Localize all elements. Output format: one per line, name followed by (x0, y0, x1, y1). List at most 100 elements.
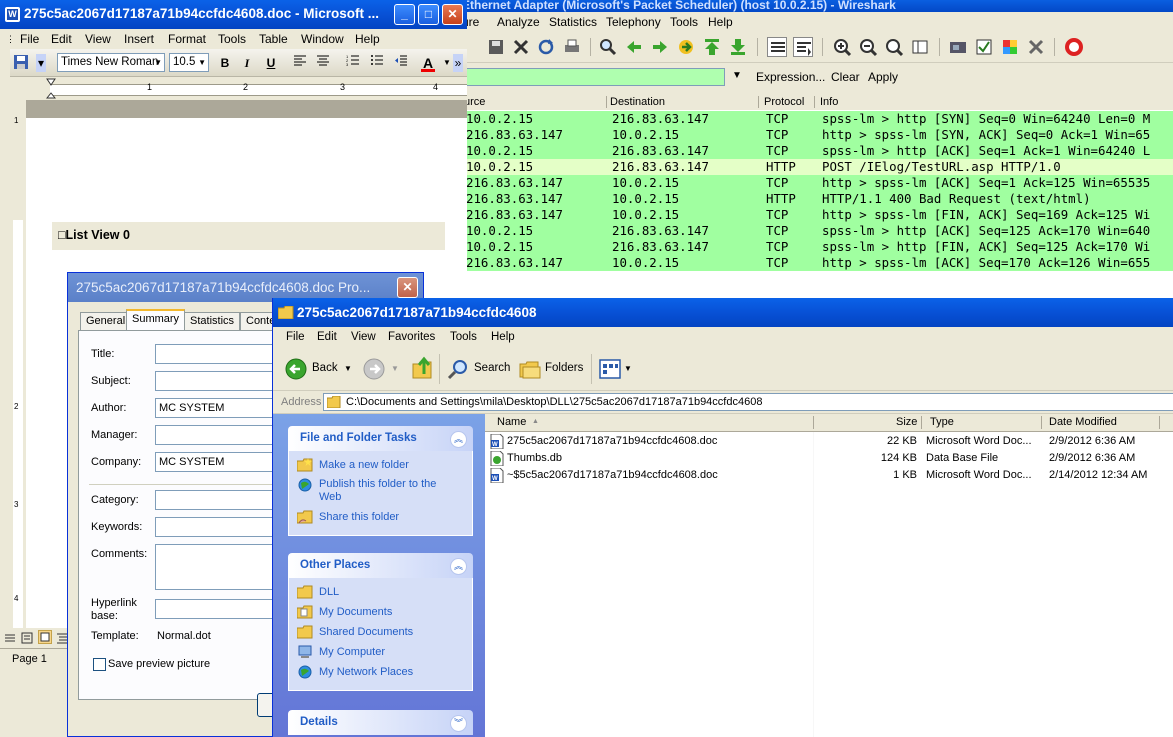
ws-menu-tools[interactable]: Tools (670, 15, 698, 29)
decrease-indent-icon[interactable] (392, 54, 410, 72)
file-row[interactable]: W ~$5c5ac2067d17187a71b94ccfdc4608.doc 1 K… (485, 467, 1173, 484)
search-icon[interactable] (447, 358, 469, 380)
task-share-folder[interactable]: Share this folder (297, 510, 399, 524)
go-to-packet-icon[interactable] (676, 37, 696, 57)
back-dropdown-icon[interactable]: ▼ (344, 364, 352, 373)
place-shared-documents[interactable]: Shared Documents (297, 625, 413, 639)
font-name-combo[interactable]: Times New Roman ▼ (57, 53, 165, 72)
filter-expression-button[interactable]: Expression... (756, 70, 825, 84)
toolbar-options-icon[interactable]: ▾ (36, 54, 46, 72)
packet-row[interactable]: 216.83.63.147 10.0.2.15 TCP http > spss-lm … (462, 127, 1173, 143)
file-folder-tasks-header[interactable]: File and Folder Tasks ︽ (288, 426, 473, 451)
resize-columns-icon[interactable] (910, 37, 930, 57)
back-icon[interactable] (285, 358, 307, 380)
properties-close-button[interactable]: ✕ (397, 277, 418, 298)
ws-menu-analyze[interactable]: Analyze (497, 15, 540, 29)
address-input[interactable]: C:\Documents and Settings\mila\Desktop\D… (323, 393, 1173, 411)
back-button[interactable]: Back (312, 362, 338, 374)
filter-apply-button[interactable]: Apply (868, 70, 898, 84)
task-publish-folder[interactable]: Publish this folder to the Web (297, 478, 447, 504)
italic-button[interactable]: I (238, 54, 256, 72)
colorize-icon[interactable] (767, 37, 787, 57)
horizontal-ruler[interactable]: 1 2 3 4 (10, 78, 467, 101)
place-my-computer[interactable]: My Computer (297, 645, 385, 659)
web-view-icon[interactable] (21, 632, 33, 644)
normal-size-icon[interactable] (884, 37, 904, 57)
col-type[interactable]: Type (930, 416, 954, 428)
reload-icon[interactable] (536, 37, 556, 57)
auto-scroll-icon[interactable] (793, 37, 813, 57)
normal-view-icon[interactable] (4, 632, 16, 644)
packet-row[interactable]: 10.0.2.15 216.83.63.147 TCP spss-lm > http … (462, 223, 1173, 239)
word-menu-window[interactable]: Window (301, 32, 344, 46)
packet-row[interactable]: 216.83.63.147 10.0.2.15 TCP http > spss-lm … (462, 207, 1173, 223)
views-dropdown-icon[interactable]: ▼ (624, 364, 632, 373)
packet-row[interactable]: 216.83.63.147 10.0.2.15 HTTP HTTP/1.1 400 B… (462, 191, 1173, 207)
forward-dropdown-icon[interactable]: ▼ (391, 364, 399, 373)
go-forward-icon[interactable] (650, 37, 670, 57)
forward-icon[interactable] (363, 358, 385, 380)
zoom-in-icon[interactable] (832, 37, 852, 57)
collapse-chevron-icon[interactable]: ︽ (450, 431, 467, 448)
font-name-dropdown-icon[interactable]: ▼ (154, 54, 162, 71)
filter-clear-button[interactable]: Clear (831, 70, 860, 84)
file-row[interactable]: Thumbs.db 124 KB Data Base File 2/9/2012 6:… (485, 450, 1173, 467)
toolbar-overflow-icon[interactable]: » (453, 54, 463, 72)
display-filters-icon[interactable] (974, 37, 994, 57)
numbering-icon[interactable]: 123 (344, 54, 362, 72)
word-menu-format[interactable]: Format (168, 32, 206, 46)
folders-icon[interactable] (519, 358, 541, 380)
other-places-header[interactable]: Other Places ︽ (288, 553, 473, 578)
exp-menu-favorites[interactable]: Favorites (388, 331, 435, 343)
col-destination[interactable]: Destination (610, 96, 665, 108)
close-capture-icon[interactable] (511, 37, 531, 57)
underline-button[interactable]: U (262, 54, 280, 72)
font-color-button[interactable]: A (419, 54, 437, 72)
font-size-combo[interactable]: 10.5 ▼ (169, 53, 209, 72)
bullets-icon[interactable] (368, 54, 386, 72)
bold-button[interactable]: B (216, 54, 234, 72)
place-my-documents[interactable]: My Documents (297, 605, 392, 619)
ws-menu-telephony[interactable]: Telephony (606, 15, 661, 29)
capture-filters-icon[interactable] (948, 37, 968, 57)
word-menu-tools[interactable]: Tools (218, 32, 246, 46)
align-left-icon[interactable] (291, 54, 309, 72)
ws-menu-statistics[interactable]: Statistics (549, 15, 597, 29)
exp-menu-file[interactable]: File (286, 331, 305, 343)
align-center-icon[interactable] (314, 54, 332, 72)
expand-chevron-icon[interactable]: ︾ (450, 715, 467, 732)
word-menu-help[interactable]: Help (355, 32, 380, 46)
word-menu-view[interactable]: View (85, 32, 111, 46)
last-packet-icon[interactable] (728, 37, 748, 57)
indent-marker-icon[interactable] (45, 78, 57, 100)
display-filter-input[interactable] (462, 68, 725, 86)
word-close-button[interactable]: ✕ (442, 4, 463, 25)
exp-menu-view[interactable]: View (351, 331, 376, 343)
preferences-icon[interactable] (1026, 37, 1046, 57)
collapse-chevron-icon[interactable]: ︽ (450, 558, 467, 575)
search-button[interactable]: Search (474, 362, 510, 374)
col-date-modified[interactable]: Date Modified (1049, 416, 1117, 428)
tab-general[interactable]: General (80, 312, 132, 330)
save-icon[interactable] (12, 54, 30, 72)
col-source[interactable]: urce (464, 96, 485, 108)
up-folder-icon[interactable] (411, 356, 433, 380)
place-my-network-places[interactable]: My Network Places (297, 665, 413, 679)
exp-menu-edit[interactable]: Edit (317, 331, 337, 343)
filter-history-dropdown-icon[interactable]: ▼ (732, 70, 742, 81)
first-packet-icon[interactable] (702, 37, 722, 57)
place-dll[interactable]: DLL (297, 585, 339, 599)
save-capture-icon[interactable] (486, 37, 506, 57)
details-header[interactable]: Details ︾ (288, 710, 473, 735)
help-lifebuoy-icon[interactable] (1064, 37, 1084, 57)
ws-menu-help[interactable]: Help (708, 15, 733, 29)
word-maximize-button[interactable]: □ (418, 4, 439, 25)
word-menu-file[interactable]: File (20, 32, 39, 46)
folders-button[interactable]: Folders (545, 362, 583, 374)
task-make-new-folder[interactable]: Make a new folder (297, 458, 409, 472)
col-info[interactable]: Info (820, 96, 838, 108)
views-icon[interactable] (599, 359, 621, 379)
word-menu-insert[interactable]: Insert (124, 32, 154, 46)
print-icon[interactable] (562, 37, 582, 57)
file-row[interactable]: W 275c5ac2067d17187a71b94ccfdc4608.doc 22 … (485, 433, 1173, 450)
